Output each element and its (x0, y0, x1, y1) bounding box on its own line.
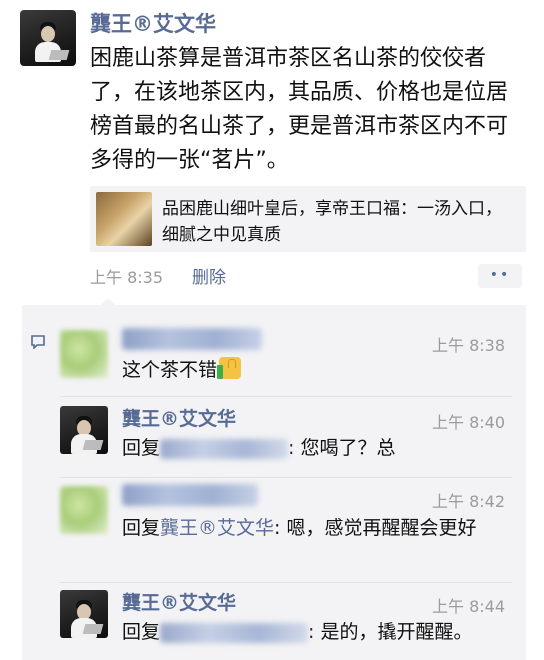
reply-label: 回复 (122, 621, 161, 643)
comment-text[interactable]: 回复 : 是的，撬开醒醒。 (122, 618, 472, 646)
author-name[interactable]: 龔王®艾文华 (90, 8, 216, 38)
comment-divider (60, 477, 512, 478)
comment-body: : 您喝了？总 (288, 437, 396, 459)
post-time: 上午 8:35 (90, 268, 164, 287)
comment-text[interactable]: 回复 : 您喝了？总 (122, 434, 395, 462)
delete-button[interactable]: 删除 (192, 263, 226, 288)
comment-body: 这个茶不错 (122, 359, 218, 381)
reply-label: 回复 (122, 517, 161, 539)
commenter-avatar[interactable] (60, 486, 108, 534)
reply-target-blurred[interactable] (160, 622, 309, 643)
comment-author-name[interactable]: 龔王®艾文华 (122, 588, 236, 615)
tea-product-thumbnail-icon (96, 192, 152, 246)
comment-text[interactable]: 回复龔王®艾文华: 嗯，感觉再醒醒会更好 (122, 514, 518, 542)
author-avatar[interactable] (20, 10, 76, 66)
comment-body: : 是的，撬开醒醒。 (308, 621, 473, 643)
comment-time: 上午 8:44 (432, 597, 506, 616)
reply-label: 回复 (122, 437, 161, 459)
commenter-name-blurred[interactable] (122, 328, 262, 350)
author-avatar-small[interactable] (60, 590, 108, 638)
author-avatar-small[interactable] (60, 406, 108, 454)
more-actions-button[interactable]: •• (478, 264, 522, 288)
commenter-avatar[interactable] (60, 330, 108, 378)
comment-author-name[interactable]: 龔王®艾文华 (122, 404, 236, 431)
comment-bubble-icon (31, 335, 45, 349)
comment-divider (60, 582, 512, 583)
comment-time: 上午 8:42 (432, 492, 506, 511)
reply-target-name[interactable]: 龔王®艾文华 (160, 517, 274, 539)
reply-target-blurred[interactable] (160, 438, 289, 459)
comment-text[interactable]: 这个茶不错 (122, 356, 242, 384)
thumbs-up-icon (217, 357, 242, 379)
comment-time: 上午 8:40 (432, 413, 506, 432)
comment-body: : 嗯，感觉再醒醒会更好 (274, 517, 477, 539)
shared-link-title[interactable]: 品困鹿山细叶皇后，享帝王口福：一汤入口，细腻之中见真质 (162, 196, 518, 248)
comment-time: 上午 8:38 (432, 336, 506, 355)
comment-divider (60, 396, 512, 397)
post-text: 困鹿山茶算是普洱市茶区名山茶的佼佼者了，在该地茶区内，其品质、价格也是位居榜首最… (90, 46, 509, 173)
commenter-name-blurred[interactable] (122, 484, 258, 506)
